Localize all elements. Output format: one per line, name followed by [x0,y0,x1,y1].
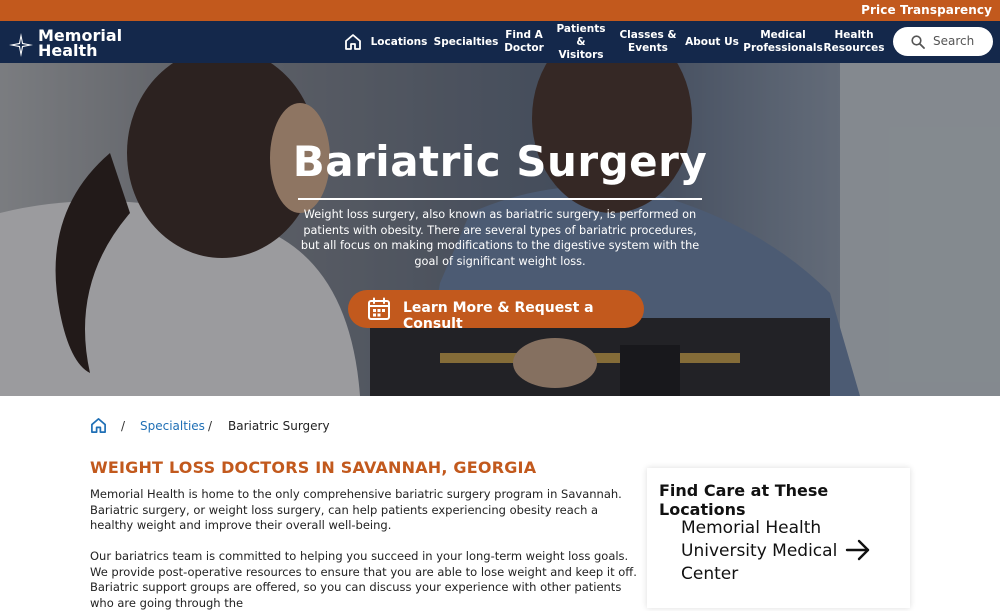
title-underline [298,198,702,200]
nav-item-classes-events[interactable]: Classes & Events [619,21,677,63]
utility-bar: Price Transparency [0,0,1000,21]
support-paragraph: Our bariatrics team is committed to help… [90,549,637,610]
arrow-right-icon [845,539,870,561]
nav-item-find-a-doctor[interactable]: Find A Doctor [502,21,546,63]
home-icon [345,34,361,50]
breadcrumb-separator: / [208,419,213,433]
breadcrumb-home-link[interactable] [90,417,107,434]
section-heading: WEIGHT LOSS DOCTORS IN SAVANNAH, GEORGIA [90,458,537,477]
search-button[interactable]: Search [893,27,993,56]
cta-label: Learn More & Request a Consult [403,300,594,332]
page-title: Bariatric Surgery [292,137,708,186]
logo-text: Memorial Health [38,28,122,60]
find-care-card: Find Care at These Locations Memorial He… [647,468,910,608]
home-icon [91,418,106,433]
calendar-icon [368,297,390,320]
breadcrumb-separator: / [121,419,126,433]
nav-item-about-us[interactable]: About Us [684,21,740,63]
search-icon [911,35,925,49]
price-transparency-link[interactable]: Price Transparency [861,3,992,17]
nav-item-health-resources[interactable]: Health Resources [824,21,885,63]
logo-line-2: Health [38,41,98,60]
star-logo-icon [9,33,33,57]
location-name: Memorial Health University Medical Cente… [681,518,838,584]
nav-item-locations[interactable]: Locations [369,21,429,63]
memorial-health-logo[interactable]: Memorial Health [9,26,122,60]
card-title: Find Care at These Locations [659,481,829,519]
nav-item-specialties[interactable]: Specialties [434,21,499,63]
nav-item-patients-visitors[interactable]: Patients & Visitors [551,21,611,63]
main-navigation: Memorial Health Locations Specialties Fi… [0,21,1000,63]
intro-paragraph: Memorial Health is home to the only comp… [90,487,622,532]
home-nav-link[interactable] [344,33,362,51]
breadcrumb-current: Bariatric Surgery [228,419,330,433]
search-label: Search [933,34,975,48]
nav-item-medical-professionals[interactable]: Medical Professionals [743,21,823,63]
learn-more-request-consult-button[interactable]: Learn More & Request a Consult [348,290,644,332]
location-link[interactable]: Memorial Health University Medical Cente… [681,517,881,597]
hero-banner: Bariatric Surgery Weight loss surgery, a… [0,63,1000,396]
breadcrumb-specialties-link[interactable]: Specialties [140,419,205,433]
hero-description: Weight loss surgery, also known as baria… [300,208,700,268]
